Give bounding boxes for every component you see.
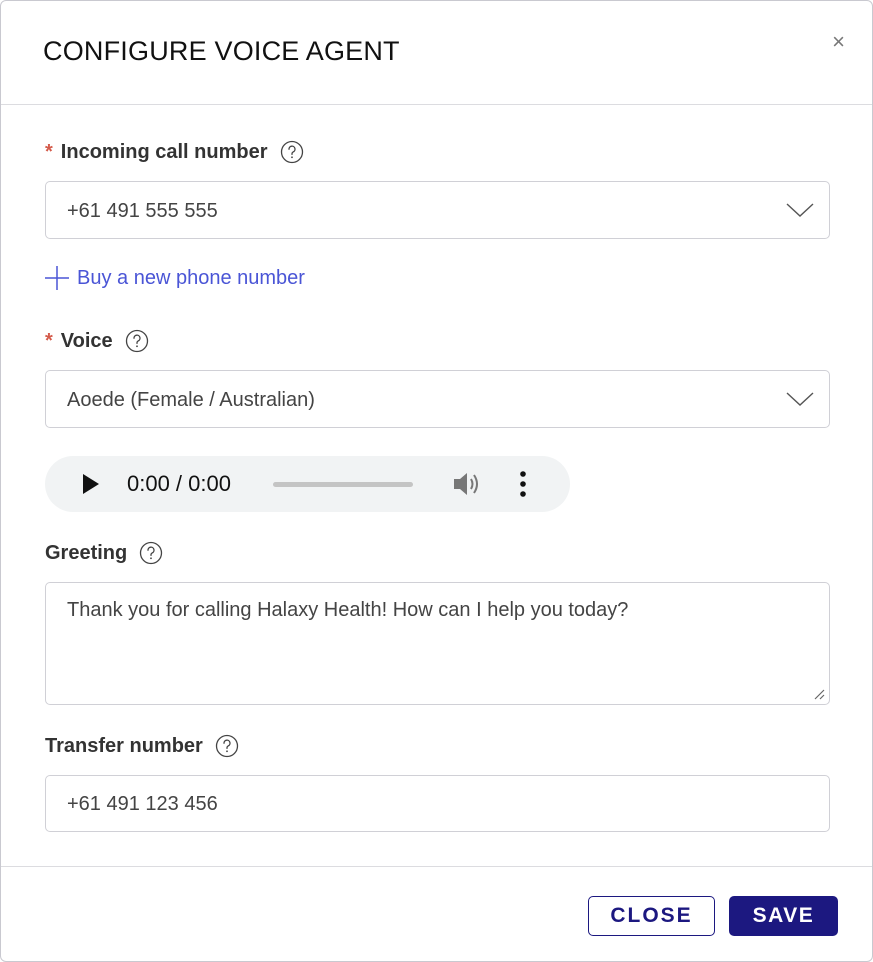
voice-value: Aoede (Female / Australian): [67, 389, 315, 411]
required-marker: *: [45, 140, 53, 163]
buy-phone-number-link[interactable]: Buy a new phone number: [44, 265, 305, 291]
more-vertical-icon[interactable]: [515, 470, 531, 498]
incoming-number-label-row: * Incoming call number: [45, 140, 304, 164]
required-marker: *: [45, 329, 53, 352]
transfer-number-label-row: Transfer number: [45, 734, 239, 758]
dialog-title: CONFIGURE VOICE AGENT: [43, 36, 400, 66]
help-icon[interactable]: [280, 140, 304, 164]
save-button[interactable]: SAVE: [729, 896, 838, 936]
audio-progress-track[interactable]: [273, 482, 413, 487]
chevron-down-icon: [786, 392, 814, 406]
greeting-label-row: Greeting: [45, 541, 163, 565]
voice-label: Voice: [60, 329, 113, 352]
chevron-down-icon: [786, 203, 814, 217]
greeting-textarea[interactable]: Thank you for calling Halaxy Health! How…: [45, 582, 830, 705]
close-button[interactable]: CLOSE: [588, 896, 715, 936]
configure-voice-agent-dialog: CONFIGURE VOICE AGENT × * Incoming call …: [0, 0, 873, 962]
incoming-number-select[interactable]: +61 491 555 555: [45, 181, 830, 239]
voice-select[interactable]: Aoede (Female / Australian): [45, 370, 830, 428]
dialog-footer: CLOSE SAVE: [1, 866, 872, 961]
voice-label-row: * Voice: [45, 329, 149, 353]
incoming-number-label: Incoming call number: [60, 140, 268, 163]
help-icon[interactable]: [215, 734, 239, 758]
transfer-number-input[interactable]: +61 491 123 456: [45, 775, 830, 832]
help-icon[interactable]: [125, 329, 149, 353]
incoming-number-value: +61 491 555 555: [67, 200, 218, 222]
audio-time: 0:00 / 0:00: [127, 471, 231, 496]
volume-icon[interactable]: [452, 470, 482, 498]
transfer-number-value: +61 491 123 456: [67, 793, 218, 815]
greeting-label: Greeting: [45, 541, 128, 564]
audio-player: 0:00 / 0:00: [45, 456, 570, 512]
dialog-header: CONFIGURE VOICE AGENT ×: [1, 1, 872, 105]
buy-phone-number-label: Buy a new phone number: [77, 266, 305, 289]
play-icon[interactable]: [81, 474, 101, 494]
plus-icon: [45, 266, 69, 290]
resize-grip-icon[interactable]: [813, 688, 825, 700]
greeting-value: Thank you for calling Halaxy Health! How…: [67, 599, 629, 621]
transfer-number-label: Transfer number: [45, 734, 203, 757]
close-icon[interactable]: ×: [832, 31, 845, 53]
help-icon[interactable]: [139, 541, 163, 565]
